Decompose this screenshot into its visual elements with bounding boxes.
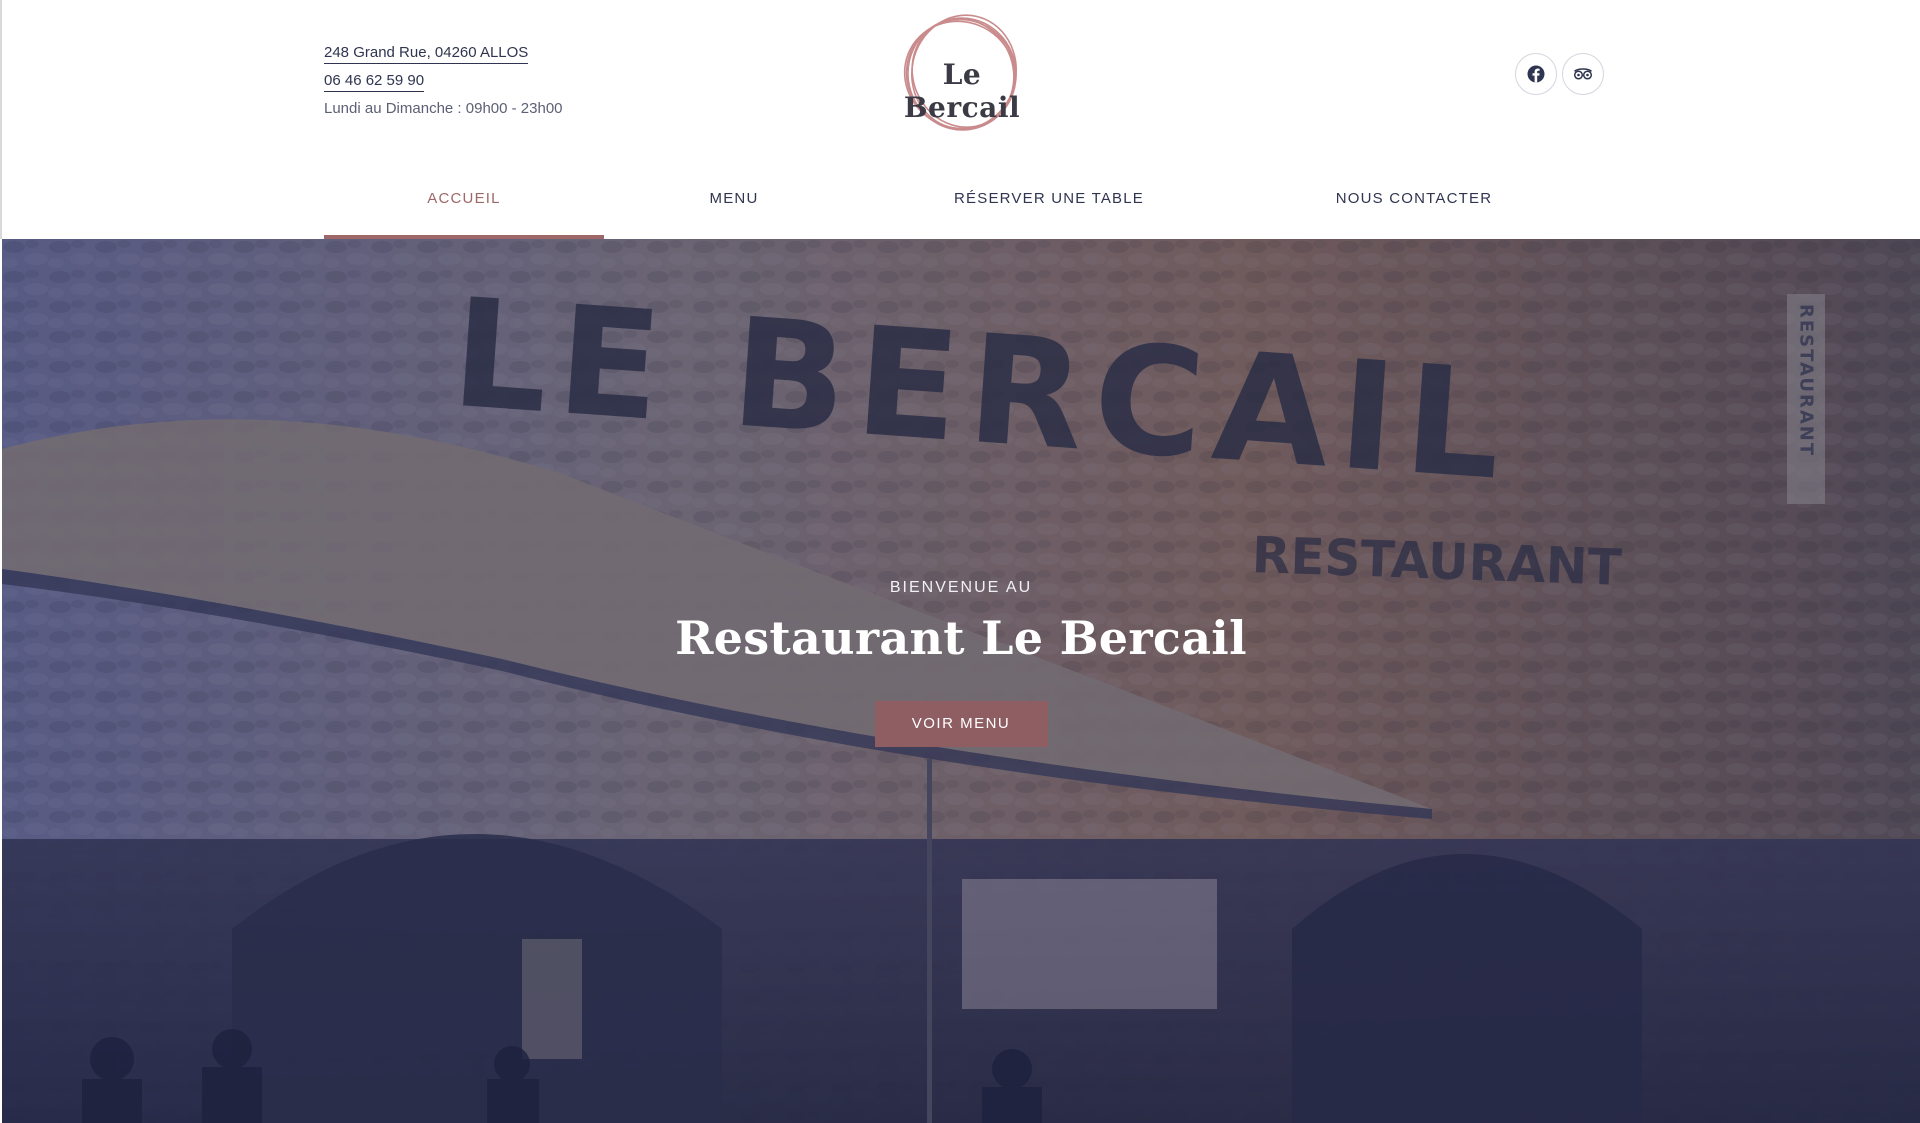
nav-item-reserver[interactable]: RÉSERVER UNE TABLE — [884, 178, 1214, 239]
hero-title: Restaurant Le Bercail — [675, 611, 1247, 665]
hero-kicker: BIENVENUE AU — [889, 579, 1033, 596]
nav-item-label: ACCUEIL — [427, 190, 501, 207]
tripadvisor-icon — [1573, 68, 1593, 80]
hero-content: BIENVENUE AU Restaurant Le Bercail VOIR … — [2, 579, 1920, 747]
logo-wordmark: Le Bercail — [903, 58, 1021, 124]
nav-item-contact[interactable]: NOUS CONTACTER — [1264, 178, 1564, 239]
nav-item-label: NOUS CONTACTER — [1335, 190, 1493, 207]
contact-info: 248 Grand Rue, 04260 ALLOS 06 46 62 59 9… — [324, 40, 563, 121]
site-logo[interactable]: Le Bercail — [882, 12, 1042, 134]
hero-section: RESTAURANT LE BERCAIL RESTAURANT BIENVEN… — [2, 239, 1920, 1123]
tripadvisor-button[interactable] — [1562, 53, 1604, 95]
opening-hours: Lundi au Dimanche : 09h00 - 23h00 — [324, 100, 563, 117]
nav-item-accueil[interactable]: ACCUEIL — [324, 178, 604, 239]
nav-item-label: MENU — [709, 190, 759, 207]
address-link[interactable]: 248 Grand Rue, 04260 ALLOS — [324, 43, 529, 64]
facebook-button[interactable] — [1515, 53, 1557, 95]
nav-item-label: RÉSERVER UNE TABLE — [954, 190, 1144, 207]
voir-menu-button[interactable]: VOIR MENU — [874, 701, 1048, 747]
site-header: 248 Grand Rue, 04260 ALLOS 06 46 62 59 9… — [0, 0, 1920, 239]
phone-link[interactable]: 06 46 62 59 90 — [324, 71, 425, 92]
main-nav: ACCUEIL MENU RÉSERVER UNE TABLE NOUS CON… — [324, 178, 1604, 239]
facebook-icon — [1527, 65, 1545, 83]
nav-item-menu[interactable]: MENU — [604, 178, 864, 239]
